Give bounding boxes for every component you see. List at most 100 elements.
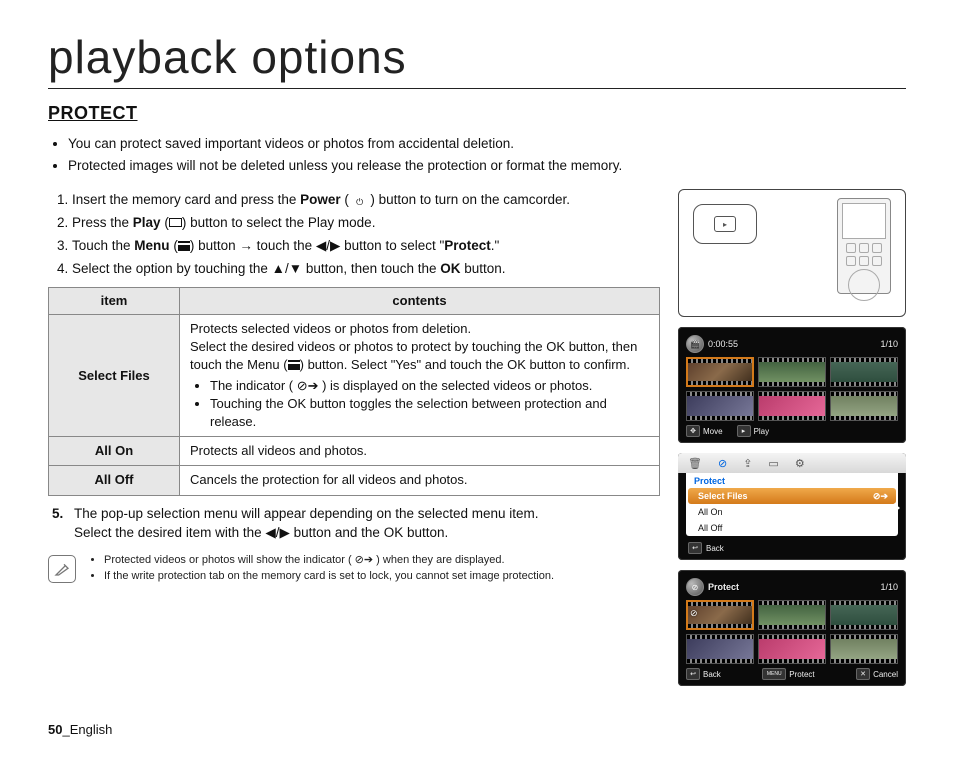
tab-settings-icon: ⚙ [795, 457, 805, 470]
step-5: 5. The pop-up selection menu will appear… [48, 504, 660, 543]
text: () [283, 357, 304, 372]
table-header-item: item [49, 287, 180, 314]
power-icon: ⏻ [353, 197, 367, 209]
table-row: All On Protects all videos and photos. [49, 437, 660, 466]
device-dpad [848, 269, 880, 301]
tab-display-icon: ▭ [768, 457, 778, 470]
row-content: Protects all videos and photos. [180, 437, 660, 466]
menu-item-select-files: Select Files ⊘➔ [688, 488, 896, 504]
move-key-icon: ✥ [686, 425, 700, 437]
sub-bullet: Touching the OK button toggles the selec… [210, 395, 649, 431]
menu-tabs: 🗑 ⊘ ⇪ ▭ ⚙ [678, 453, 906, 473]
tab-protect-icon: ⊘ [718, 457, 727, 470]
note-icon [48, 555, 76, 583]
camcorder-body [837, 198, 891, 294]
key-lock-icon: ⊘➔ [873, 491, 888, 502]
sub-bullet: The indicator ( ⊘➔ ) is displayed on the… [210, 377, 649, 395]
play-label: Play [754, 427, 770, 436]
text: ( ⏻ ) [344, 192, 375, 207]
thumbnail [758, 634, 826, 664]
move-label: Move [703, 427, 723, 436]
mode-badge-icon: ⊘ [686, 578, 704, 596]
text: button. [460, 261, 505, 276]
row-head-select-files: Select Files [49, 315, 180, 437]
screen-protect-menu: 🗑 ⊘ ⇪ ▭ ⚙ Protect Select Files ⊘➔ All On… [678, 453, 906, 560]
ok-label: OK [287, 396, 306, 411]
protect-label: Protect [789, 670, 814, 679]
text: Press the [72, 215, 133, 230]
table-row: All Off Cancels the protection for all v… [49, 466, 660, 495]
back-key-icon: ↩ [686, 668, 700, 680]
thumbnail [830, 600, 898, 630]
intro-item: You can protect saved important videos o… [68, 134, 906, 154]
thumbnail [830, 634, 898, 664]
tab-delete-icon: 🗑 [688, 457, 702, 470]
thumbnail: ⊘ [686, 600, 754, 630]
back-label: Back [703, 670, 721, 679]
row-content: Protects selected videos or photos from … [180, 315, 660, 437]
text: button → touch the ◀/▶ button to select … [194, 238, 444, 253]
screen-title-protect: Protect [708, 582, 739, 592]
text: () [173, 238, 194, 253]
play-button-callout: ▸ [693, 204, 757, 244]
step-number: 5. [52, 504, 63, 524]
back-label: Back [706, 544, 724, 553]
note-item: Protected videos or photos will show the… [104, 553, 554, 569]
page-number: 50 [48, 722, 62, 737]
intro-list: You can protect saved important videos o… [50, 134, 906, 175]
text: Touch the [72, 238, 134, 253]
note-block: Protected videos or photos will show the… [48, 553, 660, 585]
cancel-label: Cancel [873, 670, 898, 679]
note-item: If the write protection tab on the memor… [104, 569, 554, 585]
text: button to turn on the camcorder. [375, 192, 570, 207]
arrow-right-icon [894, 503, 900, 513]
protect-label: Protect [444, 238, 491, 253]
menu-icon [178, 241, 190, 251]
playback-time: 0:00:55 [708, 339, 738, 349]
text: Touching the [210, 396, 287, 411]
row-content: Cancels the protection for all videos an… [180, 466, 660, 495]
play-key-icon: ▸ [737, 425, 751, 437]
text: button to confirm. [526, 357, 630, 372]
text: The pop-up selection menu will appear de… [74, 506, 539, 521]
text: button. [403, 525, 448, 540]
text: ." [491, 238, 500, 253]
row-head-all-on: All On [49, 437, 180, 466]
menu-icon [288, 360, 300, 370]
mode-badge-icon: 🎬 [686, 335, 704, 353]
section-heading: PROTECT [48, 103, 906, 124]
title-rule [48, 88, 906, 89]
text: Insert the memory card and press the [72, 192, 300, 207]
screen-protect-select: ⊘ Protect 1/10 ⊘ ↩Back MENUProtect ✕ [678, 570, 906, 686]
table-header-contents: contents [180, 287, 660, 314]
text: Select the desired videos or photos to p… [190, 339, 546, 354]
table-row: Select Files Protects selected videos or… [49, 315, 660, 437]
play-icon [169, 218, 182, 227]
thumbnail [758, 357, 826, 387]
screen-thumbnails: 🎬 0:00:55 1/10 ✥Move ▸Play [678, 327, 906, 443]
step-3: Touch the Menu () button → touch the ◀/▶… [72, 235, 660, 258]
thumbnail [758, 391, 826, 421]
text: Protects selected videos or photos from … [190, 321, 471, 336]
play-label: Play [133, 215, 161, 230]
menu-label: Menu [134, 238, 169, 253]
power-label: Power [300, 192, 341, 207]
device-screen [842, 203, 886, 239]
thumbnail [830, 391, 898, 421]
text: () [164, 215, 186, 230]
page-language: _English [62, 722, 112, 737]
menu-label: Menu [247, 357, 280, 372]
thumbnail-count: 1/10 [880, 339, 898, 349]
step-1: Insert the memory card and press the Pow… [72, 189, 660, 212]
back-key-icon: ↩ [688, 542, 702, 554]
menu-title: Protect [686, 473, 898, 488]
thumbnail [758, 600, 826, 630]
step-4: Select the option by touching the ▲/▼ bu… [72, 258, 660, 281]
ok-label: OK [546, 339, 565, 354]
thumbnail [686, 634, 754, 664]
page-title: playback options [48, 30, 906, 84]
yes-label: "Yes" [391, 357, 421, 372]
page-footer: 50_English [48, 722, 906, 737]
cancel-key-icon: ✕ [856, 668, 870, 680]
thumbnail [686, 357, 754, 387]
